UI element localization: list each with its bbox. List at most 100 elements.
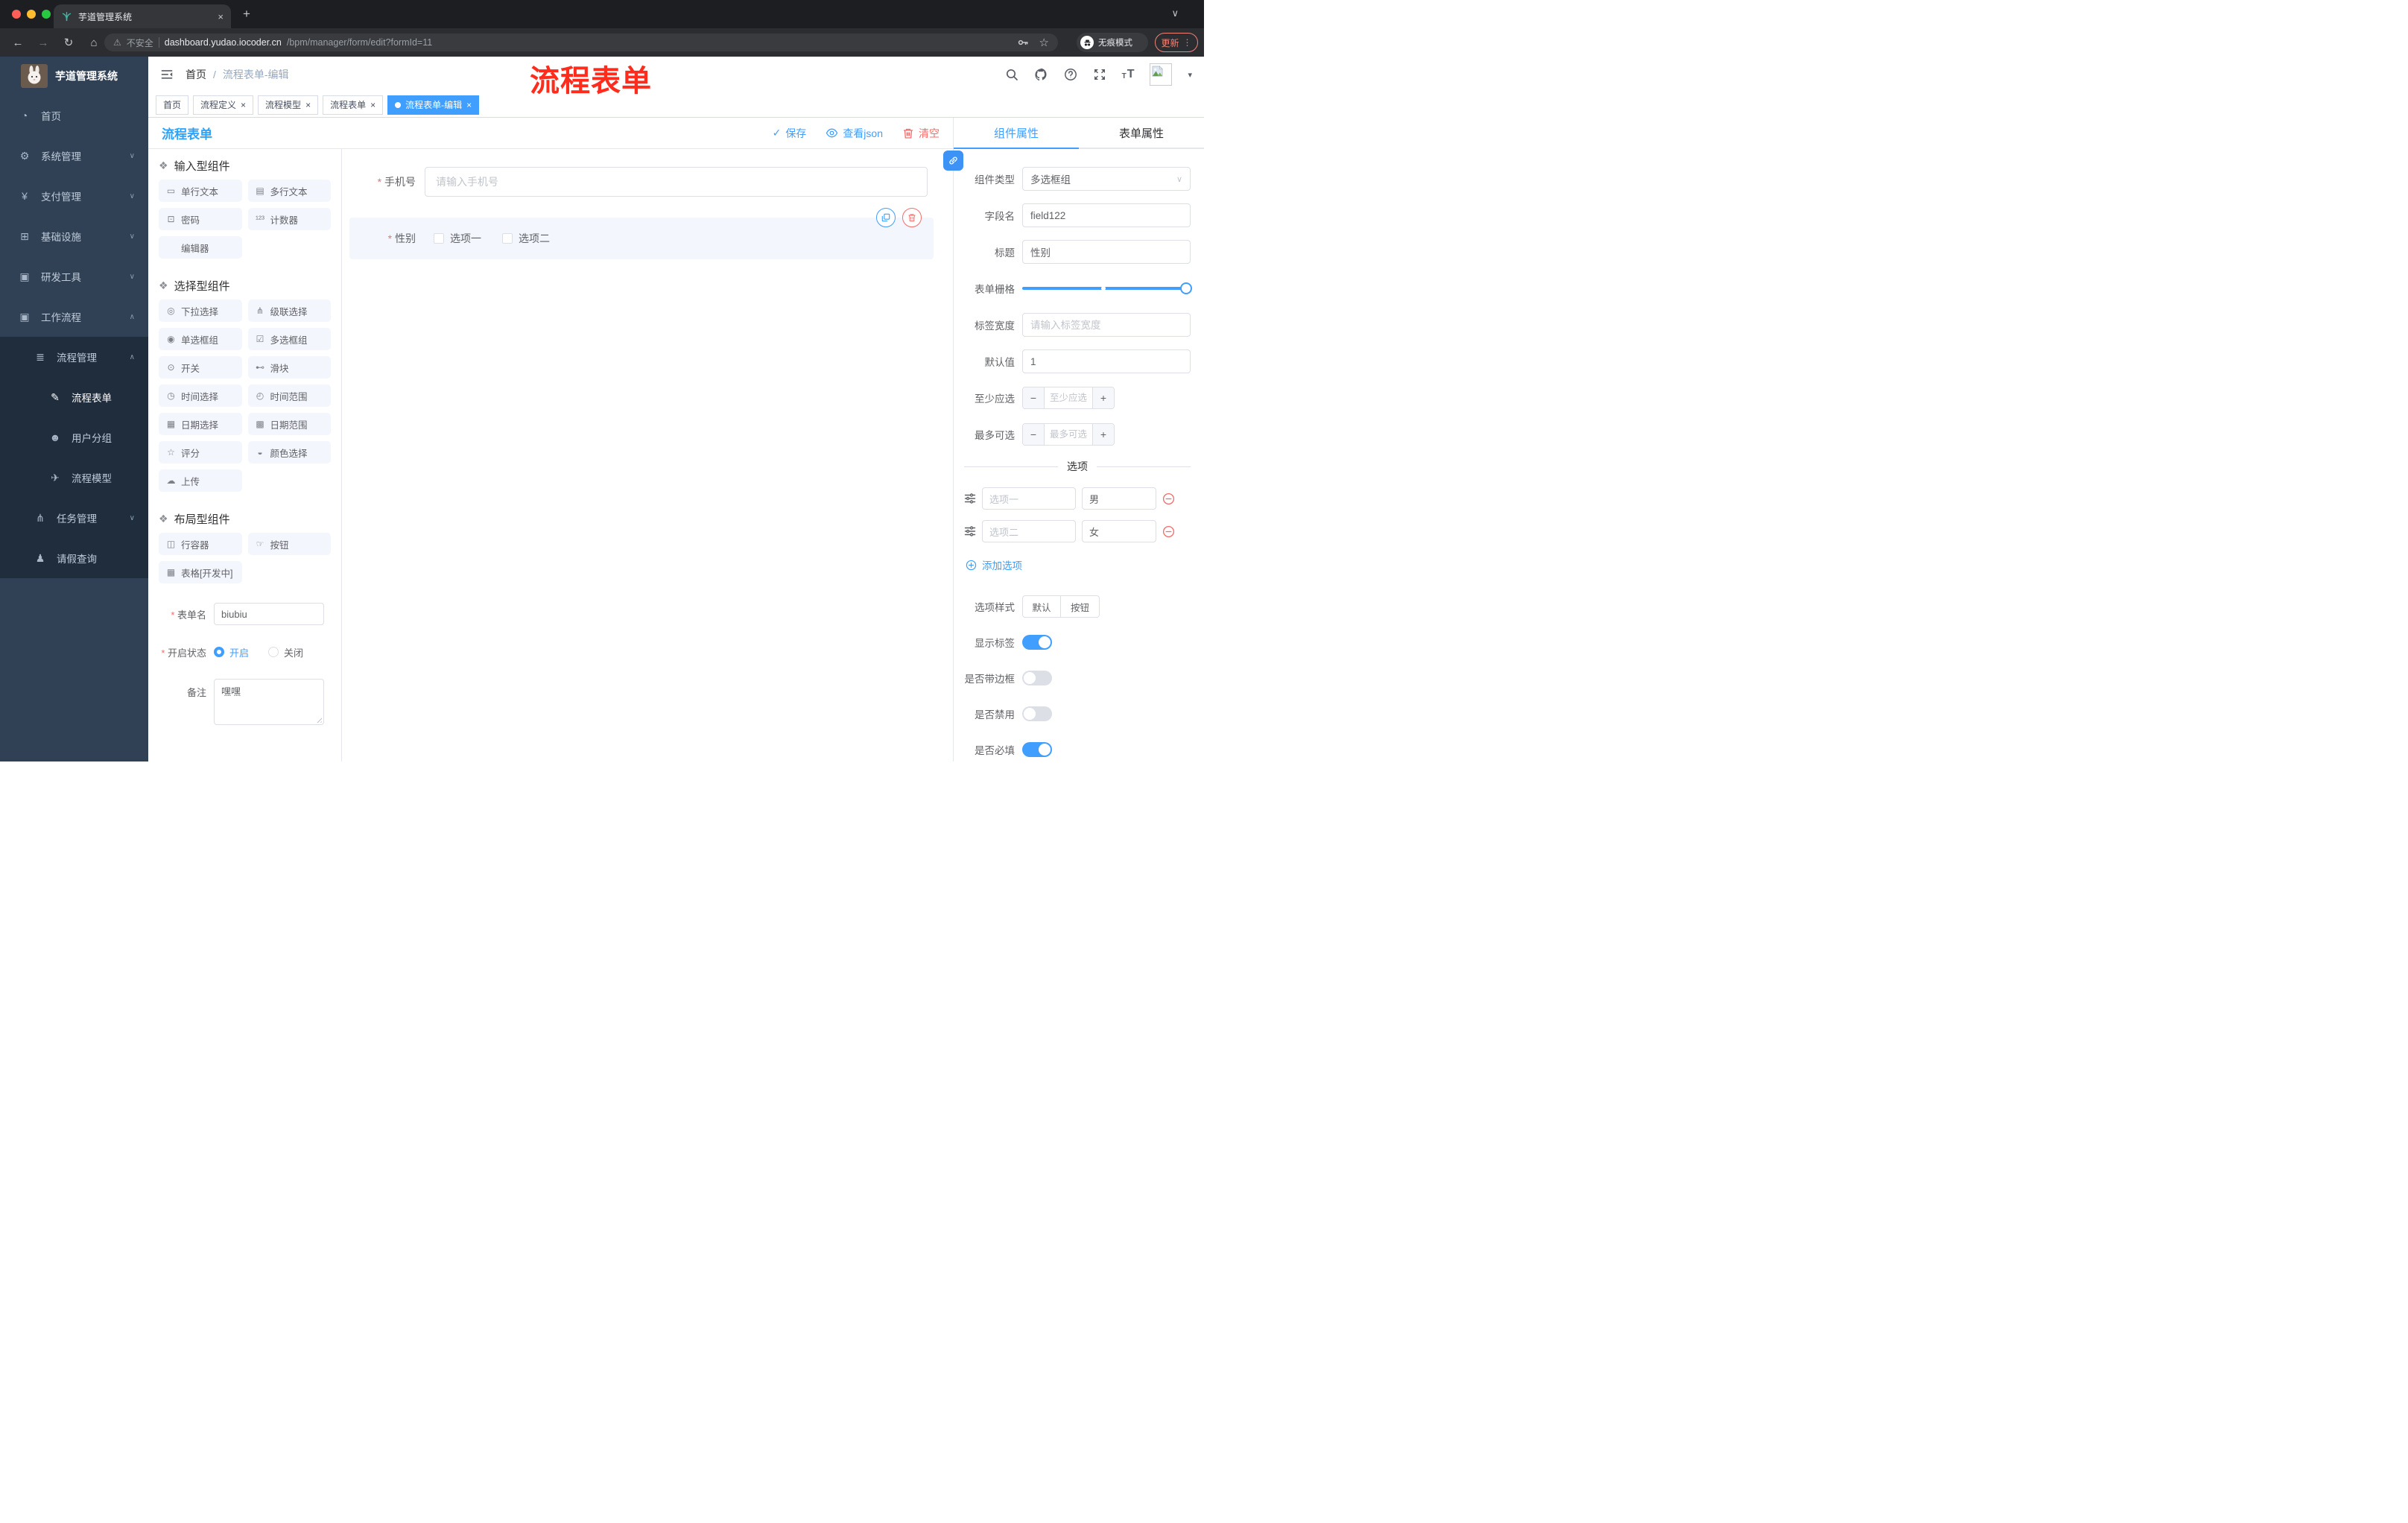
add-option-button[interactable]: 添加选项 <box>966 557 1191 572</box>
component-item[interactable]: ⊡ 密码 <box>159 208 242 230</box>
component-item[interactable]: ▦ 表格[开发中] <box>159 561 242 583</box>
component-item[interactable]: ▦ 日期选择 <box>159 413 242 435</box>
copy-component-button[interactable] <box>876 208 896 227</box>
component-item[interactable]: ⋔ 级联选择 <box>247 300 331 322</box>
slider-handle[interactable] <box>1180 282 1192 294</box>
option-style-button[interactable]: 默认 <box>1022 595 1061 618</box>
github-icon[interactable] <box>1034 68 1048 82</box>
option-label-input[interactable] <box>982 520 1076 542</box>
option-value-input[interactable] <box>1082 520 1156 542</box>
component-item[interactable]: 编辑器 <box>159 236 242 259</box>
avatar-caret-icon[interactable]: ▾ <box>1188 70 1192 80</box>
view-json-button[interactable]: 查看json <box>826 126 883 141</box>
component-item[interactable]: ◉ 单选框组 <box>159 328 242 350</box>
component-item[interactable]: ◫ 行容器 <box>159 533 242 555</box>
tag-close-icon[interactable]: × <box>466 100 472 110</box>
tag[interactable]: 流程表单 × <box>323 95 384 115</box>
tab-close-icon[interactable]: × <box>218 11 224 22</box>
checkbox-option[interactable]: 选项二 <box>502 231 550 246</box>
sidebar-item[interactable]: ♟ 请假查询 <box>0 538 148 578</box>
option-label-input[interactable] <box>982 487 1076 510</box>
gender-field-selected[interactable]: 性别 选项一 选项二 <box>349 208 934 259</box>
delete-component-button[interactable] <box>902 208 922 227</box>
breadcrumb-home[interactable]: 首页 <box>186 67 206 82</box>
sidebar-item[interactable]: ⊞ 基础设施 ∨ <box>0 216 148 256</box>
component-item[interactable]: ⊷ 滑块 <box>247 356 331 379</box>
minimize-window-button[interactable] <box>27 10 36 19</box>
sidebar-item[interactable]: ✎ 流程表单 <box>0 377 148 417</box>
font-size-icon[interactable]: TT <box>1122 69 1135 80</box>
plus-button[interactable]: + <box>1092 424 1114 445</box>
drag-handle-icon[interactable] <box>964 493 976 504</box>
toggle-switch[interactable] <box>1022 635 1052 650</box>
bookmark-star-icon[interactable]: ☆ <box>1039 36 1049 49</box>
component-item[interactable]: ◷ 时间选择 <box>159 384 242 407</box>
tab-overflow-icon[interactable]: ∨ <box>1171 7 1179 19</box>
maximize-window-button[interactable] <box>42 10 51 19</box>
tag[interactable]: 流程定义 × <box>193 95 254 115</box>
fullscreen-icon[interactable] <box>1093 68 1106 81</box>
min-select-input[interactable] <box>1045 387 1092 408</box>
avatar[interactable] <box>1150 63 1173 86</box>
remove-option-button[interactable] <box>1162 493 1175 505</box>
form-remark-textarea[interactable] <box>214 679 324 725</box>
back-icon[interactable]: ← <box>10 37 25 49</box>
component-item[interactable]: ¹²³ 计数器 <box>247 208 331 230</box>
component-item[interactable]: ▩ 日期范围 <box>247 413 331 435</box>
component-item[interactable]: ☑ 多选框组 <box>247 328 331 350</box>
toggle-switch[interactable] <box>1022 671 1052 685</box>
tag[interactable]: 流程模型 × <box>258 95 319 115</box>
field-name-input[interactable] <box>1022 203 1191 227</box>
question-icon[interactable] <box>1064 68 1077 81</box>
radio-option[interactable]: 开启 <box>214 645 249 659</box>
grid-slider[interactable] <box>1022 276 1192 300</box>
new-tab-button[interactable]: + <box>243 7 250 22</box>
sidebar-item[interactable]: ▣ 研发工具 ∨ <box>0 256 148 297</box>
option-value-input[interactable] <box>1082 487 1156 510</box>
address-bar[interactable]: ⚠ 不安全 dashboard.yudao.iocoder.cn /bpm/ma… <box>104 34 1058 51</box>
component-type-select[interactable]: 多选框组 ∨ <box>1022 167 1191 191</box>
component-item[interactable]: ◒ 颜色选择 <box>247 441 331 463</box>
sidebar-item[interactable]: ▣ 工作流程 ∧ <box>0 297 148 337</box>
checkbox-option[interactable]: 选项一 <box>434 231 481 246</box>
browser-menu-icon[interactable]: ⋮ <box>1183 37 1192 48</box>
home-icon[interactable]: ⌂ <box>86 37 101 49</box>
forward-icon[interactable]: → <box>36 37 51 49</box>
radio-option[interactable]: 关闭 <box>268 645 303 659</box>
toggle-switch[interactable] <box>1022 742 1052 757</box>
form-name-input[interactable] <box>214 603 324 625</box>
component-item[interactable]: ◴ 时间范围 <box>247 384 331 407</box>
component-item[interactable]: ⊙ 开关 <box>159 356 242 379</box>
plus-button[interactable]: + <box>1092 387 1114 408</box>
form-canvas[interactable]: 手机号 <box>342 149 953 762</box>
sidebar-item[interactable]: ☻ 用户分组 <box>0 417 148 457</box>
search-icon[interactable] <box>1005 68 1018 81</box>
drag-handle-icon[interactable] <box>964 525 976 537</box>
clear-button[interactable]: 清空 <box>902 126 940 141</box>
tag-close-icon[interactable]: × <box>241 100 246 110</box>
component-item[interactable]: ☆ 评分 <box>159 441 242 463</box>
panel-tab[interactable]: 表单属性 <box>1079 118 1204 148</box>
title-input[interactable] <box>1022 240 1191 264</box>
sidebar-item[interactable]: ✈ 流程模型 <box>0 457 148 498</box>
component-item[interactable]: ▤ 多行文本 <box>247 180 331 202</box>
phone-field[interactable]: 手机号 <box>361 167 928 197</box>
default-value-input[interactable] <box>1022 349 1191 373</box>
close-window-button[interactable] <box>12 10 21 19</box>
minus-button[interactable]: − <box>1023 387 1045 408</box>
option-style-button[interactable]: 按钮 <box>1061 595 1100 618</box>
key-icon[interactable] <box>1017 37 1029 48</box>
minus-button[interactable]: − <box>1023 424 1045 445</box>
browser-tab[interactable]: 芋道管理系统 × <box>54 4 231 28</box>
panel-tab[interactable]: 组件属性 <box>954 118 1079 149</box>
component-item[interactable]: ☁ 上传 <box>159 469 242 492</box>
save-button[interactable]: ✓ 保存 <box>773 126 807 141</box>
collapse-sidebar-icon[interactable] <box>160 68 174 81</box>
sidebar-item[interactable]: ¥ 支付管理 ∨ <box>0 176 148 216</box>
tag[interactable]: 流程表单-编辑 × <box>387 95 480 115</box>
update-button[interactable]: 更新 ⋮ <box>1155 33 1198 52</box>
reload-icon[interactable]: ↻ <box>61 36 76 49</box>
remove-option-button[interactable] <box>1162 525 1175 538</box>
label-width-input[interactable] <box>1022 313 1191 337</box>
link-badge[interactable] <box>943 151 963 171</box>
